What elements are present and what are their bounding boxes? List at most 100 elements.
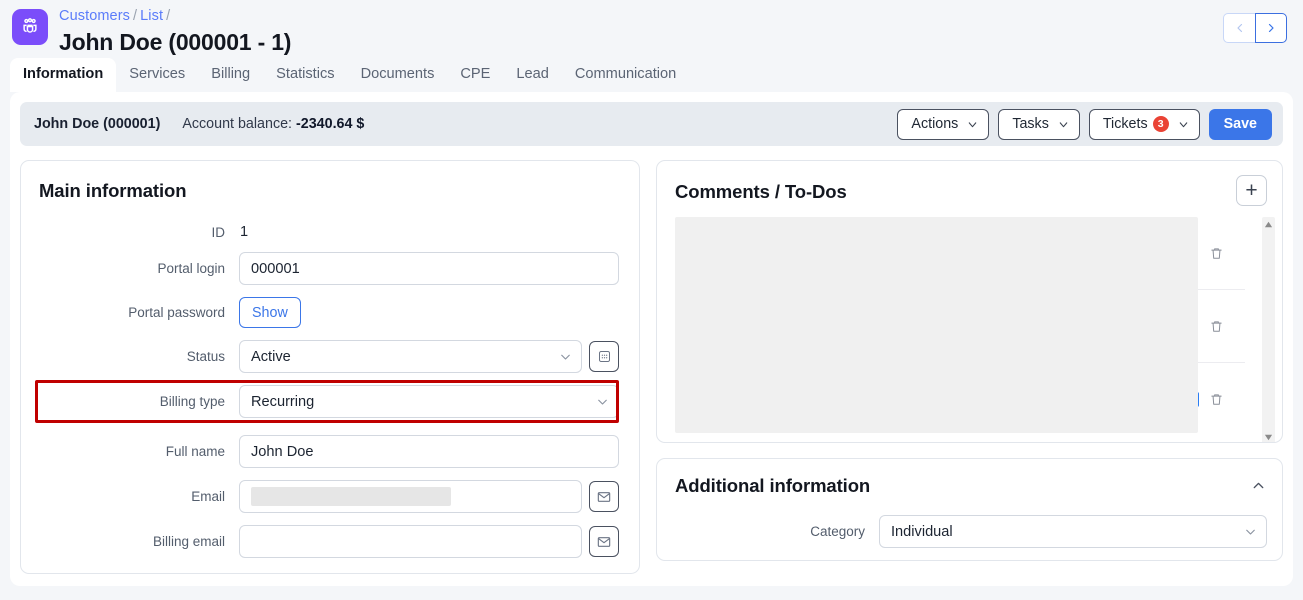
add-comment-button[interactable]: + (1236, 175, 1267, 206)
comments-scrollbar-track[interactable] (1262, 217, 1275, 442)
chevron-up-icon[interactable] (1250, 477, 1267, 494)
breadcrumb-separator: / (133, 8, 138, 24)
tab-documents[interactable]: Documents (348, 58, 448, 92)
breadcrumb-separator-2: / (166, 8, 171, 24)
category-label: Category (810, 524, 865, 539)
field-row-id: ID 1 (35, 224, 619, 240)
comments-panel-header: Comments / To-Dos + (675, 175, 1267, 206)
id-value: 1 (240, 224, 249, 240)
billing-email-input[interactable] (239, 525, 582, 558)
envelope-icon (597, 536, 611, 547)
comments-scrollbar[interactable] (1254, 217, 1275, 442)
field-row-portal-password: Portal password Show (35, 297, 619, 328)
content-card: John Doe (000001) Account balance: -2340… (10, 92, 1293, 586)
additional-information-panel: Additional information Category Individu… (656, 458, 1283, 561)
comments-list (675, 217, 1275, 442)
comments-todos-panel: Comments / To-Dos + (656, 160, 1283, 443)
customer-toolbar: John Doe (000001) Account balance: -2340… (20, 102, 1283, 146)
email-redacted-value (251, 487, 451, 506)
account-balance-value: -2340.64 $ (296, 116, 365, 132)
portal-password-label: Portal password (128, 305, 225, 320)
actions-button[interactable]: Actions (897, 108, 990, 140)
tasks-button-label: Tasks (1012, 116, 1049, 132)
show-password-button[interactable]: Show (239, 297, 301, 328)
grid-dots-icon (598, 351, 610, 362)
field-row-portal-login: Portal login 000001 (35, 252, 619, 285)
billing-email-label: Billing email (152, 534, 225, 549)
main-information-title: Main information (39, 180, 187, 201)
send-email-button[interactable] (589, 481, 619, 512)
field-row-billing-email: Billing email (35, 525, 619, 558)
tickets-button[interactable]: Tickets 3 (1088, 108, 1200, 140)
account-balance-label: Account balance: (182, 116, 293, 132)
chevron-down-icon (1059, 121, 1068, 127)
toolbar-customer-name: John Doe (000001) (34, 116, 161, 132)
trash-icon[interactable] (1209, 246, 1224, 261)
header-text-block: Customers / List / John Doe (000001 - 1) (59, 6, 291, 57)
triangle-down-icon[interactable] (1264, 433, 1273, 442)
chevron-right-icon (1268, 23, 1274, 33)
chevron-down-icon (561, 354, 570, 360)
tab-statistics[interactable]: Statistics (263, 58, 347, 92)
next-record-button[interactable] (1255, 13, 1287, 43)
status-select[interactable]: Active (239, 340, 582, 373)
chevron-down-icon (1179, 121, 1187, 127)
email-input[interactable] (239, 480, 582, 513)
left-column: Main information ID 1 Portal login 00000… (20, 160, 640, 574)
billing-type-label: Billing type (159, 394, 225, 409)
tab-billing[interactable]: Billing (198, 58, 263, 92)
page-title: John Doe (000001 - 1) (59, 29, 292, 55)
breadcrumb-item-list[interactable]: List (140, 8, 163, 24)
main-information-panel: Main information ID 1 Portal login 00000… (20, 160, 640, 574)
additional-information-header[interactable]: Additional information (675, 473, 1267, 497)
chevron-down-icon (598, 399, 607, 405)
field-row-email: Email (35, 480, 619, 513)
envelope-icon (597, 491, 611, 502)
trash-icon[interactable] (1209, 392, 1224, 407)
record-pager (1223, 13, 1287, 43)
send-billing-email-button[interactable] (589, 526, 619, 557)
tickets-button-label: Tickets (1102, 116, 1148, 132)
field-row-billing-type: Billing type Recurring (35, 380, 619, 423)
field-row-status: Status Active (35, 340, 619, 373)
comments-redacted-content (675, 217, 1198, 433)
save-button[interactable]: Save (1208, 108, 1272, 140)
email-label: Email (191, 489, 225, 504)
breadcrumb-item-customers[interactable]: Customers (59, 8, 130, 24)
tasks-button[interactable]: Tasks (998, 108, 1080, 140)
portal-login-label: Portal login (157, 261, 225, 276)
breadcrumb: Customers / List / (59, 7, 291, 25)
comments-panel-title: Comments / To-Dos (675, 180, 847, 202)
status-label: Status (186, 349, 225, 364)
full-name-label: Full name (165, 444, 225, 459)
tab-bar: Information Services Billing Statistics … (0, 58, 1303, 92)
billing-type-select-value: Recurring (251, 393, 315, 410)
tab-lead[interactable]: Lead (503, 58, 561, 92)
tab-communication[interactable]: Communication (562, 58, 689, 92)
status-select-value: Active (251, 348, 291, 365)
additional-information-title: Additional information (675, 475, 871, 496)
customers-group-icon (12, 9, 48, 45)
triangle-up-icon[interactable] (1264, 220, 1273, 229)
category-select-value: Individual (891, 523, 953, 540)
chevron-left-icon (1236, 23, 1242, 33)
field-row-full-name: Full name John Doe (35, 435, 619, 468)
panels-row: Main information ID 1 Portal login 00000… (20, 160, 1283, 574)
tab-services[interactable]: Services (116, 58, 198, 92)
tab-cpe[interactable]: CPE (447, 58, 503, 92)
previous-record-button[interactable] (1223, 13, 1255, 43)
chevron-down-icon (1246, 529, 1255, 535)
tickets-count-badge: 3 (1152, 116, 1169, 132)
portal-login-input[interactable]: 000001 (239, 252, 619, 285)
category-select[interactable]: Individual (879, 515, 1267, 548)
full-name-input[interactable]: John Doe (239, 435, 619, 468)
id-label: ID (211, 224, 226, 240)
right-column: Comments / To-Dos + Additional informati… (656, 160, 1283, 574)
tab-information[interactable]: Information (10, 58, 117, 92)
chevron-down-icon (969, 121, 977, 127)
account-balance: Account balance: -2340.64 $ (182, 116, 364, 132)
trash-icon[interactable] (1209, 319, 1224, 334)
billing-type-select[interactable]: Recurring (239, 385, 619, 418)
top-bar: Customers / List / John Doe (000001 - 1) (0, 0, 1303, 58)
status-history-button[interactable] (589, 341, 619, 372)
